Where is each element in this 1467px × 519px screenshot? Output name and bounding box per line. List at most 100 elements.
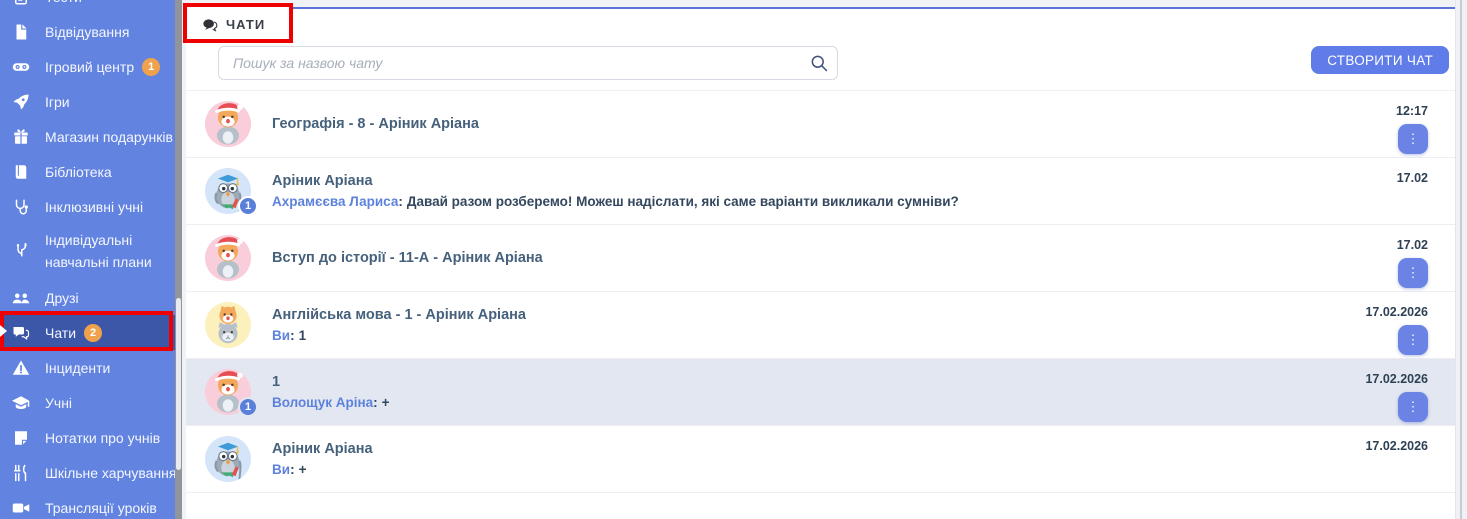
subtitle-separator: : [290, 462, 295, 477]
santa-cat-avatar [205, 101, 251, 147]
chat-title: Аріник Аріана [272, 441, 373, 457]
sidebar-item-chats[interactable]: Чати 2 [0, 315, 175, 350]
chat-timestamp: 17.02 [1397, 171, 1428, 185]
library-icon [12, 163, 34, 181]
chat-title: Географія - 8 - Аріник Аріана [272, 116, 479, 132]
sidebar-item-school-meals[interactable]: Шкільне харчування [0, 455, 175, 490]
santa-cat-avatar [205, 235, 251, 281]
double-cat-avatar [205, 302, 251, 348]
chat-title: Аріник Аріана [272, 173, 959, 189]
subtitle-separator: : [290, 328, 295, 343]
chat-timestamp: 12:17 [1396, 104, 1428, 118]
tests-icon [12, 0, 34, 6]
kebab-icon: ⋮ [1407, 131, 1420, 147]
owl-avatar [205, 436, 251, 482]
chat-bubble-icon [202, 17, 218, 33]
chats-panel: ЧАТИ СТВОРИТИ ЧАТ Географія - 8 - Аріник… [186, 7, 1455, 519]
chat-timestamp: 17.02.2026 [1365, 439, 1428, 453]
chat-last-message-line: Ви:1 [272, 328, 526, 343]
sidebar-item-inclusive-students[interactable]: Інклюзивні учні [0, 189, 175, 224]
games-icon [12, 93, 34, 111]
chat-last-message-line: Волощук Аріна: + [272, 395, 390, 410]
chat-sender: Ахрамєєва Лариса [272, 194, 398, 209]
page-scrollbar-thumb[interactable] [1460, 0, 1462, 519]
chat-menu-button[interactable]: ⋮ [1398, 258, 1428, 288]
page-scrollbar[interactable] [1455, 0, 1467, 519]
search-icon[interactable] [809, 53, 829, 73]
avatar-image [205, 101, 251, 147]
chat-sender: Ви [272, 328, 290, 343]
lesson-broadcasts-icon [12, 499, 34, 517]
sidebar-scrollbar[interactable] [175, 0, 182, 519]
chat-list-item[interactable]: 1 Аріник Аріана Ахрамєєва Лариса: Давай р… [186, 158, 1455, 225]
sidebar-item-students[interactable]: Учні [0, 385, 175, 420]
chat-sender: Ви [272, 462, 290, 477]
chat-last-message-line: Ахрамєєва Лариса: Давай разом розберемо! … [272, 194, 959, 209]
sidebar-item-tests[interactable]: Тести [0, 0, 175, 14]
incidents-icon [12, 359, 34, 377]
chat-last-message: Давай разом розберемо! Можеш надіслати, … [407, 194, 959, 209]
sidebar-item-games[interactable]: Ігри [0, 84, 175, 119]
sidebar-item-incidents[interactable]: Інциденти [0, 350, 175, 385]
chat-title: Англійська мова - 1 - Аріник Аріана [272, 307, 526, 323]
chat-list-item[interactable]: Англійська мова - 1 - Аріник Аріана Ви:1… [186, 292, 1455, 359]
page-title: ЧАТИ [226, 17, 265, 32]
sidebar-badge: 2 [84, 324, 102, 342]
owl-avatar: 1 [205, 168, 251, 214]
chat-last-message: 1 [299, 328, 307, 343]
avatar-image [205, 235, 251, 281]
kebab-icon: ⋮ [1407, 265, 1420, 281]
sidebar: Тести Відвідування Ігровий центр 1 Ігри … [0, 0, 175, 519]
sidebar-item-attendance[interactable]: Відвідування [0, 14, 175, 49]
sidebar-item-individual-plans[interactable]: Індивідуальні навчальні плани [0, 224, 175, 280]
kebab-icon: ⋮ [1407, 399, 1420, 415]
chat-menu-button[interactable]: ⋮ [1398, 392, 1428, 422]
tab-chats[interactable]: ЧАТИ [186, 7, 290, 42]
active-item-arrow-icon [0, 325, 7, 337]
chat-timestamp: 17.02.2026 [1365, 305, 1428, 319]
sidebar-item-library[interactable]: Бібліотека [0, 154, 175, 189]
chat-title: 1 [272, 374, 390, 390]
chat-timestamp: 17.02.2026 [1365, 372, 1428, 386]
kebab-icon: ⋮ [1407, 332, 1420, 348]
chat-list: Географія - 8 - Аріник Аріана 12:17 ⋮ 1 … [186, 90, 1455, 493]
chat-timestamp: 17.02 [1397, 238, 1428, 252]
students-icon [12, 394, 34, 412]
attendance-icon [12, 23, 34, 41]
subtitle-separator: : [398, 194, 403, 209]
avatar-image [205, 302, 251, 348]
sidebar-scrollbar-thumb[interactable] [176, 298, 181, 470]
inclusive-students-icon [12, 198, 34, 216]
sidebar-item-friends[interactable]: Друзі [0, 280, 175, 315]
chat-last-message: + [382, 395, 390, 410]
chat-list-item[interactable]: Аріник Аріана Ви: + 17.02.2026 [186, 426, 1455, 493]
sidebar-item-gift-shop[interactable]: Магазин подарунків [0, 119, 175, 154]
chat-list-item[interactable]: Вступ до історії - 11-А - Аріник Аріана … [186, 225, 1455, 292]
chat-list-item[interactable]: Географія - 8 - Аріник Аріана 12:17 ⋮ [186, 91, 1455, 158]
chat-sender: Волощук Аріна [272, 395, 373, 410]
sidebar-nav-list: Тести Відвідування Ігровий центр 1 Ігри … [0, 0, 175, 519]
gift-shop-icon [12, 128, 34, 146]
chat-menu-button[interactable]: ⋮ [1398, 124, 1428, 154]
santa-cat-avatar: 1 [205, 369, 251, 415]
chat-last-message-line: Ви: + [272, 462, 373, 477]
search-input[interactable] [218, 46, 838, 80]
chats-icon [12, 324, 34, 342]
sidebar-item-lesson-broadcasts[interactable]: Трансляції уроків [0, 490, 175, 519]
individual-plans-icon [12, 243, 34, 261]
create-chat-button[interactable]: СТВОРИТИ ЧАТ [1311, 46, 1449, 74]
unread-badge: 1 [238, 196, 258, 216]
subtitle-separator: : [373, 395, 378, 410]
chat-last-message: + [299, 462, 307, 477]
friends-icon [12, 289, 34, 307]
chat-menu-button[interactable]: ⋮ [1398, 325, 1428, 355]
sidebar-item-game-center[interactable]: Ігровий центр 1 [0, 49, 175, 84]
school-meals-icon [12, 464, 34, 482]
chat-list-item[interactable]: 1 1 Волощук Аріна: + 17.02.2026 ⋮ [186, 359, 1455, 426]
game-center-icon [12, 58, 34, 76]
sidebar-item-student-notes[interactable]: Нотатки про учнів [0, 420, 175, 455]
avatar-image [205, 436, 251, 482]
chat-search [218, 46, 838, 80]
student-notes-icon [12, 429, 34, 447]
chats-page: Тести Відвідування Ігровий центр 1 Ігри … [0, 0, 1467, 519]
